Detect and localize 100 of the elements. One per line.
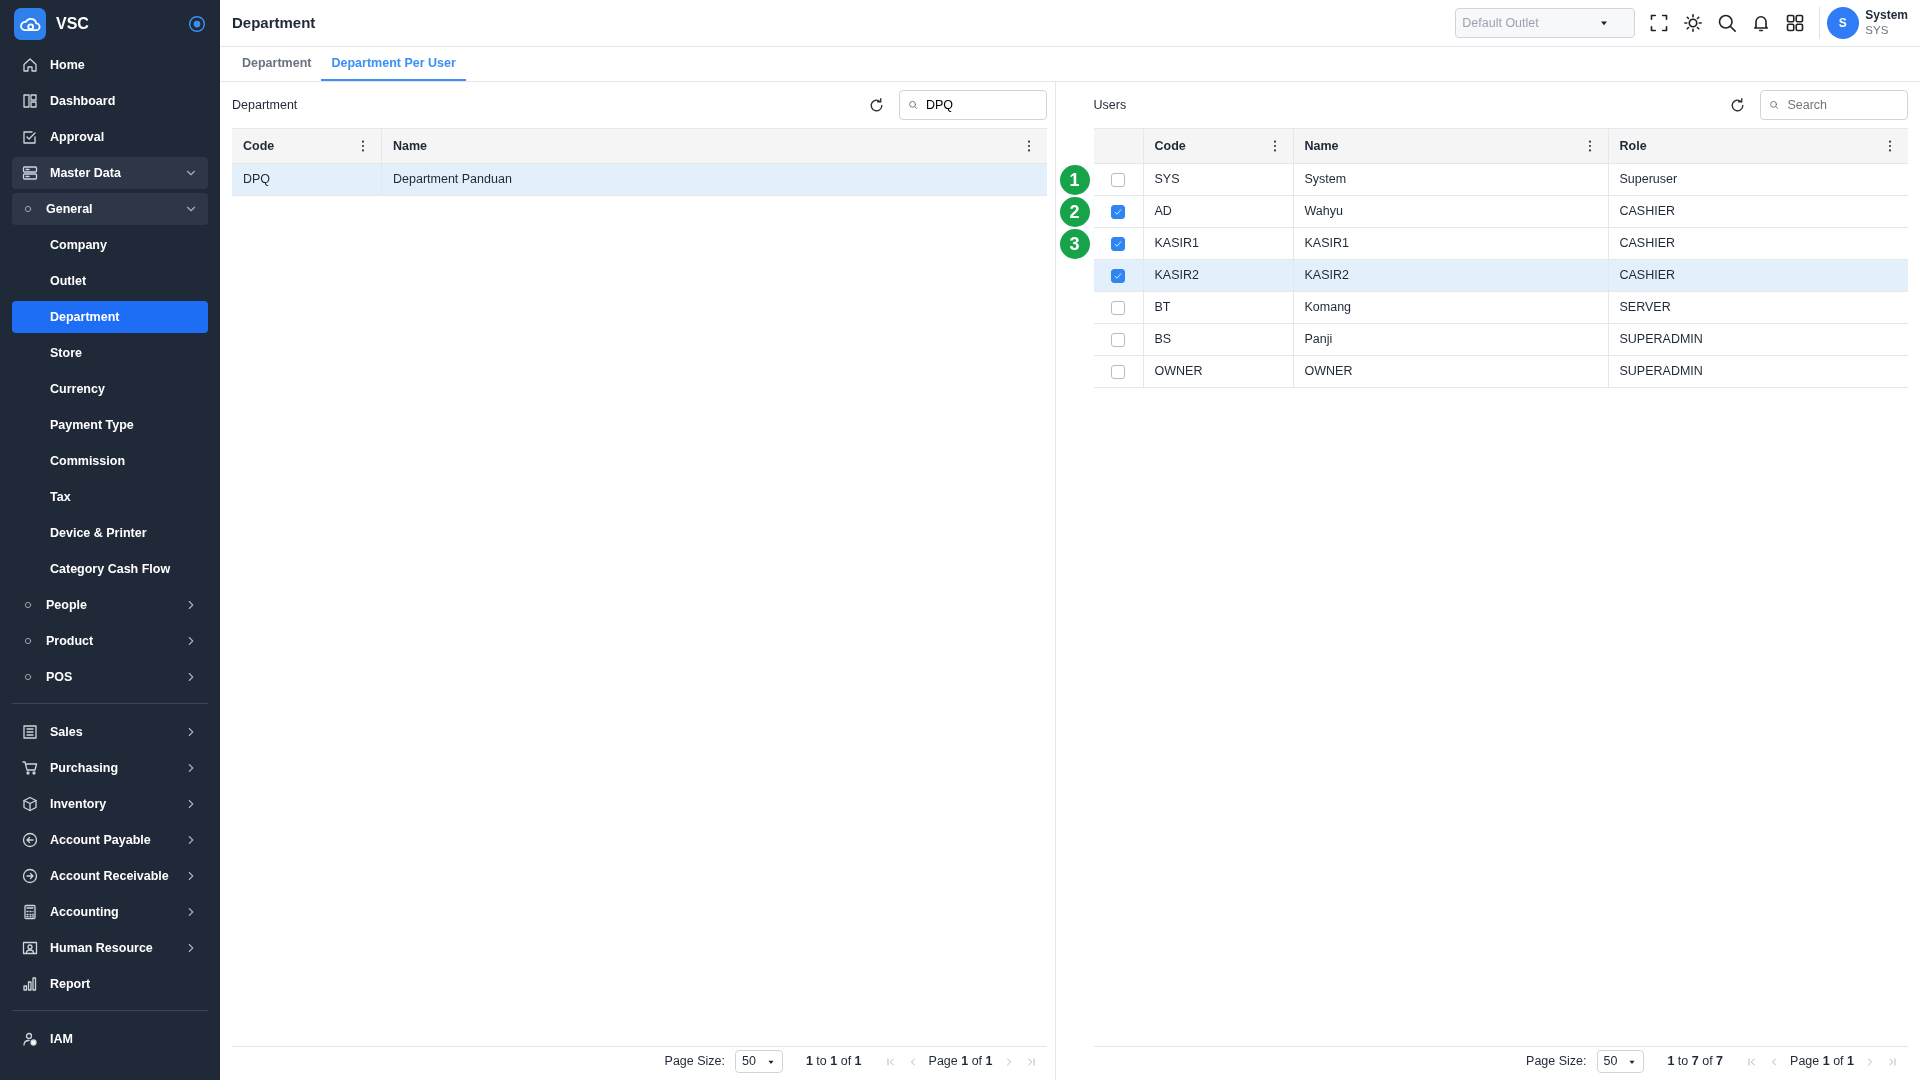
sidebar-item[interactable]: Currency <box>12 373 208 405</box>
row-range: 1 to 7 of 7 <box>1667 1053 1724 1071</box>
circle-icon <box>22 635 34 647</box>
sidebar-item[interactable]: Tax <box>12 481 208 513</box>
checkbox-icon <box>22 129 38 145</box>
column-header[interactable]: Name <box>382 129 1047 163</box>
sidebar-item[interactable]: Outlet <box>12 265 208 297</box>
search-icon <box>1769 99 1780 111</box>
table-row[interactable]: DPQ Department Panduan <box>232 164 1047 196</box>
table-row[interactable]: OWNER OWNER SUPERADMIN <box>1093 356 1908 388</box>
table-cell-text: DPQ <box>243 171 271 189</box>
search-field[interactable]: Search <box>1785 94 1899 116</box>
table-row[interactable]: BT Komang SERVER <box>1093 292 1908 324</box>
step-number-badge: 2 <box>1059 197 1090 227</box>
checkbox[interactable] <box>1111 236 1125 251</box>
circle-icon <box>22 203 34 215</box>
table-cell-text: System <box>1304 171 1347 189</box>
table-cell-text: Department Panduan <box>393 171 512 189</box>
sidebar-item[interactable]: Department <box>12 301 208 333</box>
home-icon <box>22 57 38 73</box>
sidebar-item[interactable]: Store <box>12 337 208 369</box>
sidebar-item[interactable]: Company <box>12 229 208 261</box>
cart-icon <box>22 760 38 776</box>
table-row[interactable]: BS Panji SUPERADMIN <box>1093 324 1908 356</box>
circle-icon <box>22 599 34 611</box>
checkmark-icon <box>1113 270 1123 281</box>
row-range: 1 to 1 of 1 <box>805 1053 862 1071</box>
sidebar-item[interactable]: Inventory <box>12 788 208 820</box>
table-cell-text: SERVER <box>1619 299 1671 317</box>
tab[interactable]: Department <box>232 47 322 81</box>
sidebar-item[interactable]: Commission <box>12 445 208 477</box>
apps-grid-icon[interactable] <box>1785 13 1806 33</box>
table-row[interactable]: KASIR2 KASIR2 CASHIER <box>1093 260 1908 292</box>
checkbox[interactable] <box>1111 364 1125 379</box>
table-cell-text: Panji <box>1304 331 1333 349</box>
sidebar-item[interactable]: Device & Printer <box>12 517 208 549</box>
sun-icon[interactable] <box>1683 13 1704 33</box>
fullscreen-icon[interactable] <box>1649 13 1670 33</box>
column-header[interactable]: Code <box>1143 129 1294 163</box>
sidebar-item[interactable]: Category Cash Flow <box>12 553 208 585</box>
search-box[interactable]: Search <box>1760 90 1908 120</box>
sidebar-item[interactable]: People <box>12 589 208 621</box>
arrow-right-circle-icon <box>22 868 38 884</box>
table-cell-text: BS <box>1154 331 1172 349</box>
dashboard-icon <box>22 93 38 109</box>
sidebar-item[interactable]: Home <box>12 49 208 81</box>
search-box[interactable]: DPQ <box>898 90 1047 120</box>
step-number-badge: 3 <box>1059 229 1090 259</box>
page-size-select[interactable]: 50 <box>1596 1050 1645 1073</box>
checkbox[interactable] <box>1111 204 1125 219</box>
checkbox[interactable] <box>1111 332 1125 347</box>
table-cell-text: SUPERADMIN <box>1619 363 1703 381</box>
table-cell-text: BT <box>1154 299 1171 317</box>
search-icon[interactable] <box>1717 13 1738 33</box>
sidebar-item[interactable]: Product <box>12 625 208 657</box>
sidebar-item[interactable]: Human Resource <box>12 932 208 964</box>
sidebar-item[interactable]: Approval <box>12 121 208 153</box>
panel-title: Users <box>1093 96 1128 114</box>
checkmark-icon <box>1113 206 1123 217</box>
page-indicator: Page 1 of 1 <box>1790 1053 1854 1071</box>
panel-title: Department <box>232 96 299 114</box>
sidebar-item[interactable]: Report <box>12 968 208 1000</box>
table-cell-text: KASIR1 <box>1154 235 1199 253</box>
table-row[interactable]: AD Wahyu CASHIER <box>1093 196 1908 228</box>
sidebar-item[interactable]: Sales <box>12 716 208 748</box>
checkbox[interactable] <box>1111 268 1125 283</box>
page-size-label: Page Size: <box>664 1053 726 1071</box>
list-icon <box>22 724 38 740</box>
column-header[interactable]: Code <box>232 129 382 163</box>
table-cell-text: Komang <box>1304 299 1352 317</box>
search-field[interactable]: DPQ <box>923 94 1038 116</box>
sidebar-item[interactable]: General <box>12 193 208 225</box>
app-name: VSC <box>56 13 90 34</box>
server-icon <box>22 165 38 181</box>
sidebar-item[interactable]: Account Receivable <box>12 860 208 892</box>
avatar[interactable]: S <box>1826 7 1859 39</box>
sidebar-item[interactable]: POS <box>12 661 208 693</box>
sidebar-item[interactable]: Purchasing <box>12 752 208 784</box>
sidebar-item[interactable]: Accounting <box>12 896 208 928</box>
table-cell-text: OWNER <box>1154 363 1203 381</box>
table-cell-text: KASIR2 <box>1154 267 1199 285</box>
user-name: System <box>1865 8 1908 24</box>
sidebar-item[interactable]: Account Payable <box>12 824 208 856</box>
step-number-badge: 1 <box>1059 165 1090 195</box>
table-cell-text: CASHIER <box>1619 267 1676 285</box>
user-icon <box>22 1031 38 1047</box>
page-indicator: Page 1 of 1 <box>928 1053 993 1071</box>
column-header[interactable]: Role <box>1608 129 1908 163</box>
page-size-select[interactable]: 50 <box>735 1050 783 1073</box>
checkbox[interactable] <box>1111 300 1125 315</box>
refresh-icon[interactable] <box>1729 96 1746 114</box>
table-cell-text: KASIR2 <box>1304 267 1349 285</box>
radio-toggle-icon[interactable] <box>188 14 206 33</box>
sidebar-item[interactable]: Dashboard <box>12 85 208 117</box>
sidebar-item[interactable]: Master Data <box>12 157 208 189</box>
column-header[interactable]: Name <box>1293 129 1609 163</box>
table-row[interactable]: SYS System Superuser <box>1093 164 1908 196</box>
sidebar-item[interactable]: IAM <box>12 1023 208 1055</box>
sidebar-item[interactable]: Payment Type <box>12 409 208 441</box>
checkbox[interactable] <box>1111 172 1125 187</box>
